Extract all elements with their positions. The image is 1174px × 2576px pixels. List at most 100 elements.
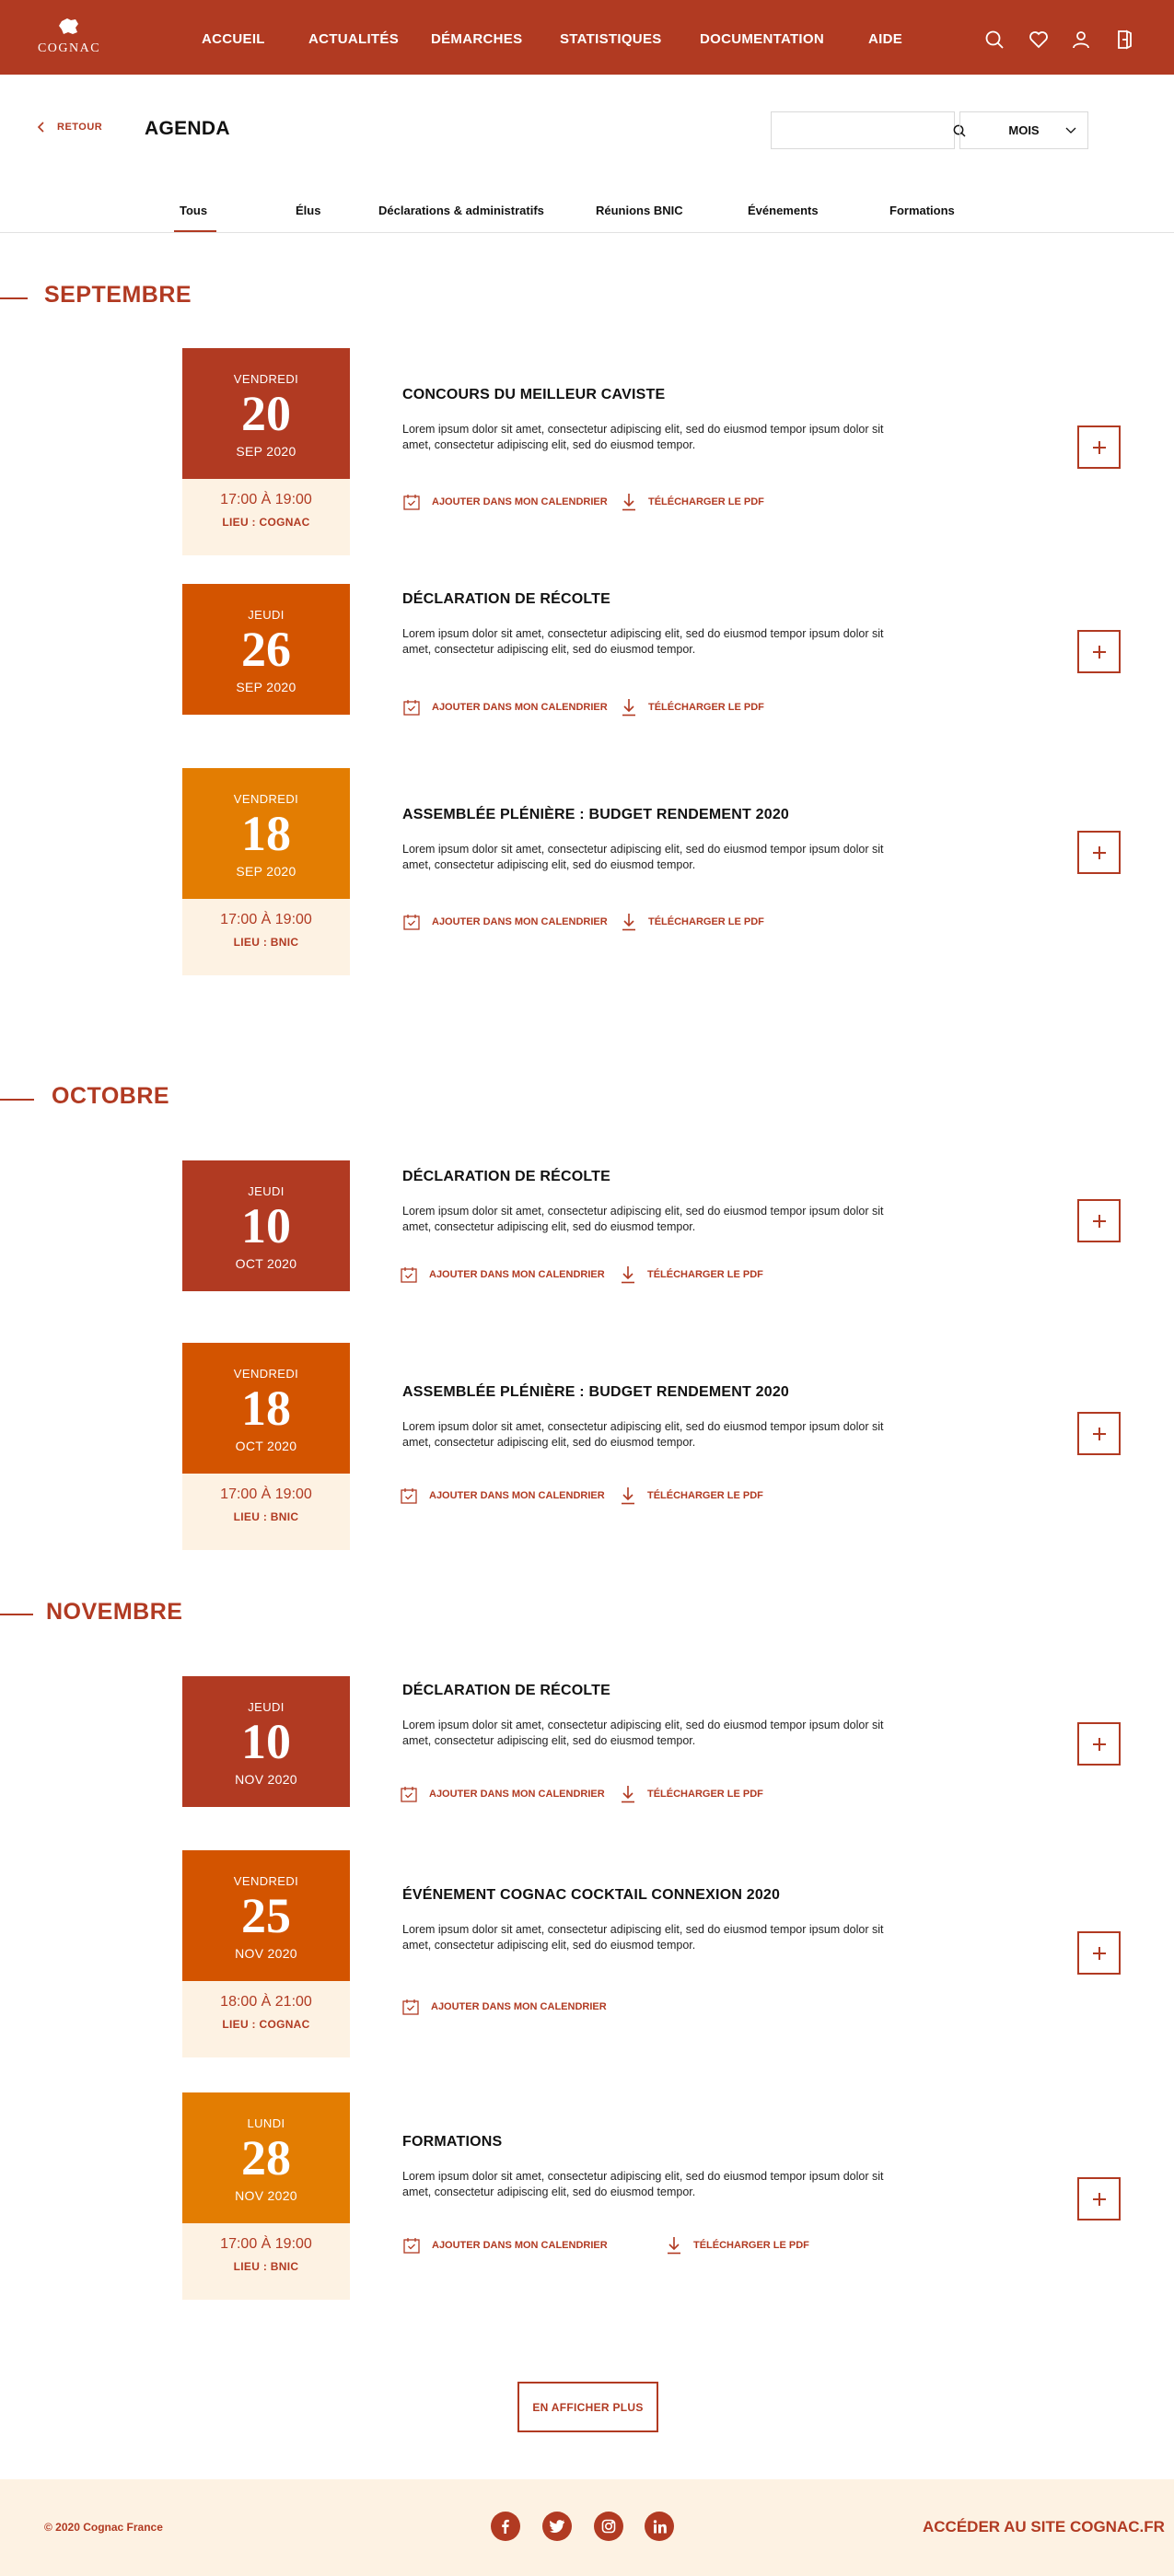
event-description: Lorem ipsum dolor sit amet, consectetur … — [402, 2170, 884, 2198]
heart-icon[interactable] — [1028, 29, 1050, 51]
event-day: 10 — [241, 1198, 291, 1253]
twitter-icon[interactable] — [542, 2512, 572, 2541]
download-icon — [622, 914, 635, 931]
download-pdf-button[interactable]: TÉLÉCHARGER LE PDF — [666, 2236, 809, 2255]
expand-event-button[interactable] — [1077, 1722, 1121, 1766]
download-pdf-label: TÉLÉCHARGER LE PDF — [693, 2240, 809, 2251]
add-to-calendar-button[interactable]: AJOUTER DANS MON CALENDRIER — [402, 913, 608, 931]
instagram-icon[interactable] — [594, 2512, 623, 2541]
download-pdf-button[interactable]: TÉLÉCHARGER LE PDF — [621, 913, 764, 931]
add-to-calendar-label: AJOUTER DANS MON CALENDRIER — [429, 1490, 605, 1501]
event-month-year: OCT 2020 — [235, 1439, 297, 1453]
expand-event-button[interactable] — [1077, 1931, 1121, 1975]
nav-documentation[interactable]: DOCUMENTATION — [700, 31, 824, 47]
month-divider — [0, 1614, 33, 1615]
event-description: Lorem ipsum dolor sit amet, consectetur … — [402, 1719, 884, 1747]
download-pdf-label: TÉLÉCHARGER LE PDF — [647, 1490, 763, 1501]
add-to-calendar-label: AJOUTER DANS MON CALENDRIER — [429, 1269, 605, 1280]
expand-event-button[interactable] — [1077, 831, 1121, 874]
cognac-logo[interactable]: COGNAC — [33, 17, 105, 59]
download-pdf-label: TÉLÉCHARGER LE PDF — [648, 702, 764, 713]
linkedin-icon[interactable] — [645, 2512, 674, 2541]
facebook-icon[interactable] — [491, 2512, 520, 2541]
add-to-calendar-label: AJOUTER DANS MON CALENDRIER — [431, 2001, 607, 2012]
download-pdf-button[interactable]: TÉLÉCHARGER LE PDF — [621, 493, 764, 511]
event-info-box: 17:00 À 19:00 LIEU : BNIC — [182, 899, 350, 975]
event-description: Lorem ipsum dolor sit amet, consectetur … — [402, 843, 884, 871]
download-icon — [668, 2237, 680, 2255]
event-description: Lorem ipsum dolor sit amet, consectetur … — [402, 423, 884, 451]
tab-formations[interactable]: Formations — [889, 204, 955, 217]
page-title: AGENDA — [145, 118, 230, 139]
expand-event-button[interactable] — [1077, 630, 1121, 673]
tab-declarations[interactable]: Déclarations & administratifs — [378, 204, 544, 217]
add-to-calendar-label: AJOUTER DANS MON CALENDRIER — [432, 702, 608, 713]
calendar-check-icon — [401, 1787, 417, 1802]
add-to-calendar-label: AJOUTER DANS MON CALENDRIER — [432, 916, 608, 927]
event-title: CONCOURS DU MEILLEUR CAVISTE — [402, 387, 666, 402]
event-date-box: VENDREDI 20 SEP 2020 — [182, 348, 350, 479]
plus-icon — [1092, 845, 1106, 859]
add-to-calendar-button[interactable]: AJOUTER DANS MON CALENDRIER — [401, 1998, 607, 2016]
logout-icon[interactable] — [1114, 29, 1136, 51]
calendar-check-icon — [401, 1488, 417, 1504]
user-icon[interactable] — [1070, 29, 1092, 51]
add-to-calendar-button[interactable]: AJOUTER DANS MON CALENDRIER — [402, 2236, 608, 2255]
expand-event-button[interactable] — [1077, 1412, 1121, 1455]
calendar-check-icon — [401, 1267, 417, 1283]
nav-statistiques[interactable]: STATISTIQUES — [560, 31, 662, 47]
back-label: RETOUR — [57, 122, 103, 133]
plus-icon — [1092, 2192, 1106, 2206]
download-pdf-button[interactable]: TÉLÉCHARGER LE PDF — [620, 1785, 763, 1803]
expand-event-button[interactable] — [1077, 1199, 1121, 1242]
event-time: 17:00 À 19:00 — [220, 2236, 312, 2252]
download-icon — [622, 1266, 634, 1284]
event-month-year: NOV 2020 — [235, 1946, 297, 1961]
add-to-calendar-button[interactable]: AJOUTER DANS MON CALENDRIER — [400, 1265, 605, 1284]
nav-demarches[interactable]: DÉMARCHES — [431, 31, 522, 47]
event-title: DÉCLARATION DE RÉCOLTE — [402, 591, 611, 607]
event-info-box: 17:00 À 19:00 LIEU : BNIC — [182, 1474, 350, 1550]
search-input[interactable] — [772, 112, 952, 148]
tab-evenements[interactable]: Événements — [748, 204, 819, 217]
event-title: ASSEMBLÉE PLÉNIÈRE : BUDGET RENDEMENT 20… — [402, 807, 790, 822]
add-to-calendar-button[interactable]: AJOUTER DANS MON CALENDRIER — [402, 493, 608, 511]
event-title: DÉCLARATION DE RÉCOLTE — [402, 1683, 611, 1698]
event-title: ÉVÉNEMENT COGNAC COCKTAIL CONNEXION 2020 — [402, 1887, 781, 1903]
period-select[interactable]: MOIS — [959, 111, 1088, 149]
cognac-site-link[interactable]: ACCÉDER AU SITE COGNAC.FR — [923, 2518, 1174, 2536]
month-heading-septembre: SEPTEMBRE — [44, 282, 192, 308]
search-icon[interactable] — [983, 29, 1005, 51]
nav-accueil[interactable]: ACCUEIL — [202, 31, 265, 47]
download-pdf-button[interactable]: TÉLÉCHARGER LE PDF — [620, 1265, 763, 1284]
download-icon — [622, 1487, 634, 1505]
expand-event-button[interactable] — [1077, 425, 1121, 469]
chevron-left-icon — [37, 122, 44, 133]
cognac-logo-icon — [59, 18, 78, 34]
footer: © 2020 Cognac France ACCÉDER AU SITE COG… — [0, 2479, 1174, 2576]
event-info-box: 18:00 À 21:00 LIEU : COGNAC — [182, 1981, 350, 2057]
expand-event-button[interactable] — [1077, 2177, 1121, 2220]
nav-actualites[interactable]: ACTUALITÉS — [308, 31, 399, 47]
load-more-button[interactable]: EN AFFICHER PLUS — [517, 2382, 658, 2432]
add-to-calendar-button[interactable]: AJOUTER DANS MON CALENDRIER — [400, 1486, 605, 1505]
download-icon — [622, 1786, 634, 1803]
tab-reunions-bnic[interactable]: Réunions BNIC — [596, 204, 683, 217]
event-description: Lorem ipsum dolor sit amet, consectetur … — [402, 1923, 884, 1952]
event-month-year: SEP 2020 — [236, 444, 296, 459]
add-to-calendar-button[interactable]: AJOUTER DANS MON CALENDRIER — [400, 1785, 605, 1803]
tab-tous[interactable]: Tous — [180, 204, 207, 217]
calendar-check-icon — [403, 700, 420, 716]
download-pdf-label: TÉLÉCHARGER LE PDF — [648, 496, 764, 507]
event-place: LIEU : COGNAC — [222, 516, 310, 529]
add-to-calendar-button[interactable]: AJOUTER DANS MON CALENDRIER — [402, 698, 608, 717]
event-date-box: LUNDI 28 NOV 2020 — [182, 2092, 350, 2223]
month-divider — [0, 297, 28, 299]
plus-icon — [1092, 1427, 1106, 1440]
nav-aide[interactable]: AIDE — [868, 31, 902, 47]
tab-elus[interactable]: Élus — [296, 204, 320, 217]
download-pdf-label: TÉLÉCHARGER LE PDF — [648, 916, 764, 927]
back-link[interactable]: RETOUR — [37, 122, 102, 133]
download-pdf-button[interactable]: TÉLÉCHARGER LE PDF — [621, 698, 764, 717]
download-pdf-button[interactable]: TÉLÉCHARGER LE PDF — [620, 1486, 763, 1505]
